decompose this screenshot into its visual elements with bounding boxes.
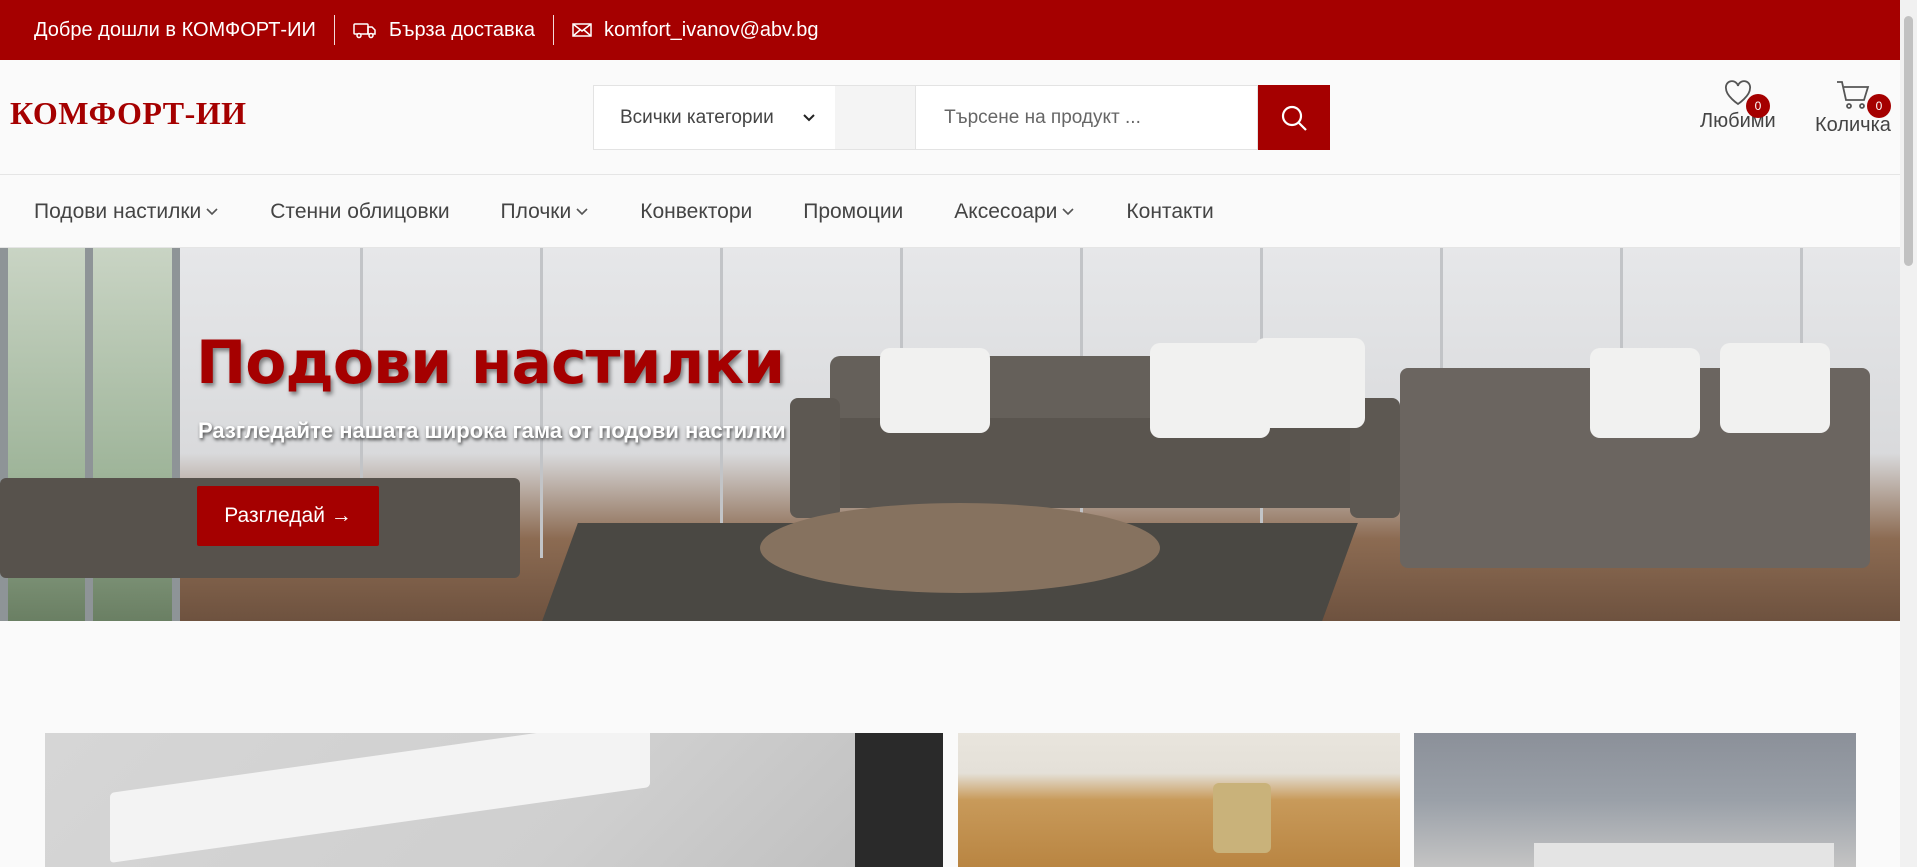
cart-count-badge: 0 bbox=[1867, 94, 1891, 118]
hero-image-panel bbox=[720, 248, 723, 558]
nav-item-label: Подови настилки bbox=[34, 199, 202, 223]
site-logo[interactable]: КОМФОРТ-ИИ bbox=[10, 95, 247, 132]
search-input[interactable] bbox=[915, 85, 1259, 150]
nav-item-convectors[interactable]: Конвектори bbox=[640, 200, 752, 224]
hero-image-pillow bbox=[1150, 343, 1270, 438]
card-image-table bbox=[1534, 843, 1834, 867]
delivery-text: Бърза доставка bbox=[388, 18, 535, 41]
email-link[interactable]: komfort_ivanov@abv.bg bbox=[554, 15, 836, 45]
card-image-plant-pot bbox=[1213, 783, 1271, 853]
search-icon bbox=[1281, 105, 1307, 131]
hero-image-coffee-table bbox=[760, 503, 1160, 593]
scrollbar-thumb[interactable] bbox=[1904, 16, 1913, 266]
nav-item-contacts[interactable]: Контакти bbox=[1126, 200, 1213, 224]
site-header: КОМФОРТ-ИИ Всички категории 0 Любими 0 К… bbox=[0, 60, 1900, 175]
category-card-image[interactable] bbox=[1414, 733, 1856, 867]
search-bar: Всички категории bbox=[593, 85, 1330, 150]
nav-item-wall-coverings[interactable]: Стенни облицовки bbox=[270, 200, 449, 224]
delivery-info: Бърза доставка bbox=[335, 15, 553, 45]
chevron-down-icon bbox=[206, 207, 218, 215]
chevron-down-icon bbox=[576, 207, 588, 215]
favorites-count-badge: 0 bbox=[1746, 94, 1770, 118]
hero-image-panel bbox=[540, 248, 543, 558]
nav-item-label: Аксесоари bbox=[954, 199, 1058, 223]
favorites-button[interactable]: 0 Любими bbox=[1700, 80, 1776, 133]
hero-image-pillow bbox=[1255, 338, 1365, 428]
card-image-wall-art bbox=[855, 733, 943, 867]
cart-button[interactable]: 0 Количка bbox=[1815, 80, 1891, 137]
category-select-value: Всички категории bbox=[620, 106, 774, 128]
category-select[interactable]: Всички категории bbox=[593, 85, 836, 150]
category-select-spacer bbox=[835, 85, 916, 150]
nav-item-accessories[interactable]: Аксесоари bbox=[954, 200, 1075, 224]
nav-item-label: Стенни облицовки bbox=[270, 199, 450, 223]
welcome-text: Добре дошли в КОМФОРТ-ИИ bbox=[34, 18, 316, 41]
truck-icon bbox=[353, 23, 376, 39]
welcome-message: Добре дошли в КОМФОРТ-ИИ bbox=[0, 15, 334, 45]
nav-item-label: Промоции bbox=[803, 199, 904, 223]
chevron-down-icon bbox=[1062, 207, 1074, 215]
hero-image-sofa-arm bbox=[790, 398, 840, 518]
card-image-shelf bbox=[110, 733, 650, 863]
hero-banner: Подови настилки Разгледайте нашата широк… bbox=[0, 248, 1900, 621]
mail-icon bbox=[572, 23, 592, 37]
nav-item-flooring[interactable]: Подови настилки bbox=[34, 200, 219, 224]
category-card-image[interactable] bbox=[45, 733, 943, 867]
top-bar: Добре дошли в КОМФОРТ-ИИ Бърза доставка … bbox=[0, 0, 1900, 60]
nav-item-promotions[interactable]: Промоции bbox=[803, 200, 903, 224]
hero-subtitle: Разгледайте нашата широка гама от подови… bbox=[198, 418, 786, 443]
nav-item-label: Плочки bbox=[500, 199, 572, 223]
nav-item-label: Конвектори bbox=[640, 199, 753, 223]
main-nav: Подови настилки Стенни облицовки Плочки … bbox=[0, 176, 1900, 248]
category-cards bbox=[0, 733, 1900, 867]
category-card-image[interactable] bbox=[958, 733, 1400, 867]
page-scrollbar[interactable] bbox=[1900, 0, 1917, 867]
hero-image-pillow bbox=[1590, 348, 1700, 438]
search-button[interactable] bbox=[1258, 85, 1330, 150]
browse-button[interactable]: Разгледай → bbox=[197, 486, 379, 546]
hero-image-pillow bbox=[1720, 343, 1830, 433]
cart-icon bbox=[1836, 81, 1870, 109]
nav-item-tiles[interactable]: Плочки bbox=[501, 200, 590, 224]
email-text[interactable]: komfort_ivanov@abv.bg bbox=[604, 19, 818, 42]
chevron-down-icon bbox=[803, 114, 815, 122]
nav-item-label: Контакти bbox=[1126, 199, 1214, 223]
hero-title: Подови настилки bbox=[196, 328, 785, 398]
hero-image-pillow bbox=[880, 348, 990, 433]
